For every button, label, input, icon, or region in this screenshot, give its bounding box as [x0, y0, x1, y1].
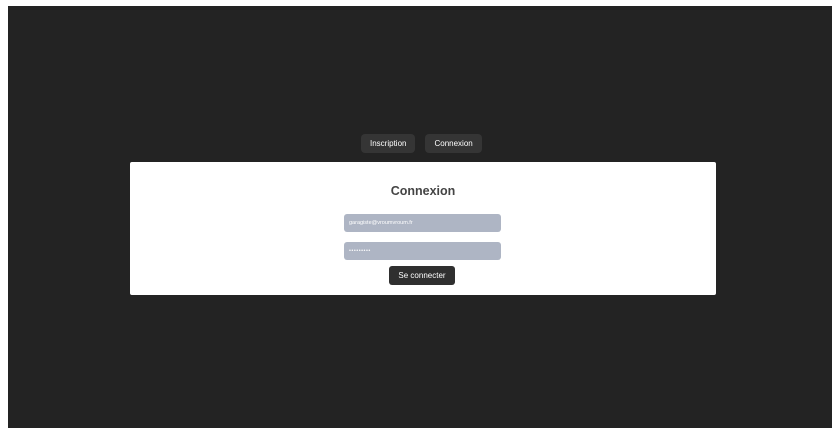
- page-viewport: Inscription Connexion Connexion Se conne…: [8, 6, 832, 428]
- login-submit-button[interactable]: Se connecter: [389, 266, 455, 285]
- tab-connexion[interactable]: Connexion: [425, 134, 482, 153]
- email-field[interactable]: [344, 214, 501, 232]
- login-card: Connexion Se connecter: [130, 162, 716, 295]
- auth-tabs: Inscription Connexion: [361, 134, 482, 153]
- tab-inscription[interactable]: Inscription: [361, 134, 416, 153]
- login-title: Connexion: [390, 184, 456, 198]
- password-field[interactable]: [344, 242, 501, 260]
